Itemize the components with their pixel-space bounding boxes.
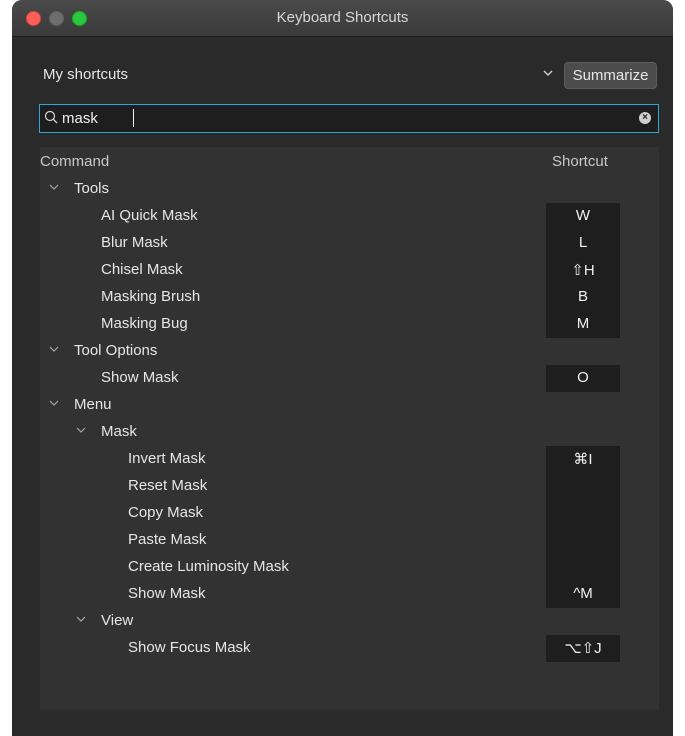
chevron-down-icon[interactable] — [75, 612, 87, 629]
clear-icon[interactable]: × — [639, 112, 651, 124]
search-icon — [44, 110, 58, 124]
command-label: Invert Mask — [128, 450, 206, 467]
shortcut-cell[interactable]: L — [546, 230, 620, 257]
command-label: Blur Mask — [101, 234, 168, 251]
shortcut-cell[interactable]: ⌘I — [546, 446, 620, 473]
shortcut-key-label: ⌘I — [573, 451, 593, 468]
shortcut-key-label: W — [575, 207, 591, 224]
shortcut-cell[interactable]: ⌥⇧J — [546, 635, 620, 662]
command-label: Show Mask — [128, 585, 206, 602]
tree-group-row[interactable]: Menu — [40, 392, 659, 419]
shortcuts-table: Command Shortcut Tools AI Quick Mask Blur … — [40, 147, 659, 710]
shortcut-cell[interactable]: B — [546, 284, 620, 311]
shortcut-key-label: ⌥⇧J — [564, 640, 602, 657]
search-field[interactable]: × — [39, 104, 659, 133]
group-label: View — [101, 612, 134, 629]
shortcut-cell[interactable]: W — [546, 203, 620, 230]
group-label: Tools — [74, 180, 110, 197]
command-label: Show Mask — [101, 369, 179, 386]
keyboard-shortcuts-window: Keyboard Shortcuts My shortcuts Summariz… — [12, 0, 673, 736]
chevron-down-icon[interactable] — [48, 180, 60, 197]
chevron-down-icon[interactable] — [48, 342, 60, 359]
group-label: Tool Options — [74, 342, 158, 359]
command-column-header[interactable]: Command — [40, 153, 109, 170]
summarize-button[interactable]: Summarize — [564, 62, 657, 89]
shortcut-cell[interactable]: O — [546, 365, 620, 392]
group-label: Mask — [101, 423, 137, 440]
command-label: Copy Mask — [128, 504, 204, 521]
command-label: AI Quick Mask — [101, 207, 198, 224]
chevron-down-icon[interactable] — [48, 396, 60, 413]
shortcut-key-label: O — [577, 369, 589, 386]
group-label: Menu — [74, 396, 112, 413]
search-input[interactable] — [62, 107, 622, 129]
text-caret — [133, 109, 134, 127]
command-label: Show Focus Mask — [128, 639, 251, 656]
preset-select-value: My shortcuts — [43, 66, 129, 83]
tree-group-row[interactable]: Tool Options — [40, 338, 659, 365]
shortcut-key-label: L — [578, 234, 588, 251]
shortcut-key-label: M — [576, 315, 590, 332]
shortcut-cell[interactable]: M — [546, 311, 620, 338]
tree-group-row[interactable]: View — [40, 608, 659, 635]
shortcut-key-label: B — [577, 288, 588, 305]
shortcut-cell[interactable]: ⇧H — [546, 257, 620, 284]
shortcut-key-label: ⇧H — [571, 262, 595, 279]
shortcut-preset-select[interactable]: My shortcuts — [43, 66, 553, 86]
command-label: Chisel Mask — [101, 261, 183, 278]
command-label: Paste Mask — [128, 531, 207, 548]
command-label: Reset Mask — [128, 477, 208, 494]
shortcut-key-label: ^M — [573, 585, 593, 602]
chevron-down-icon[interactable] — [75, 423, 87, 440]
chevron-down-icon — [543, 66, 553, 83]
tree-group-row[interactable]: Tools — [40, 176, 659, 203]
shortcut-column-header[interactable]: Shortcut — [552, 153, 608, 170]
command-label: Masking Brush — [101, 288, 201, 305]
tree-group-row[interactable]: Mask — [40, 419, 659, 446]
command-label: Create Luminosity Mask — [128, 558, 289, 575]
command-label: Masking Bug — [101, 315, 188, 332]
window-title: Keyboard Shortcuts — [276, 9, 409, 26]
shortcut-cell[interactable]: ^M — [546, 581, 620, 608]
title-bar: Keyboard Shortcuts — [12, 0, 673, 37]
